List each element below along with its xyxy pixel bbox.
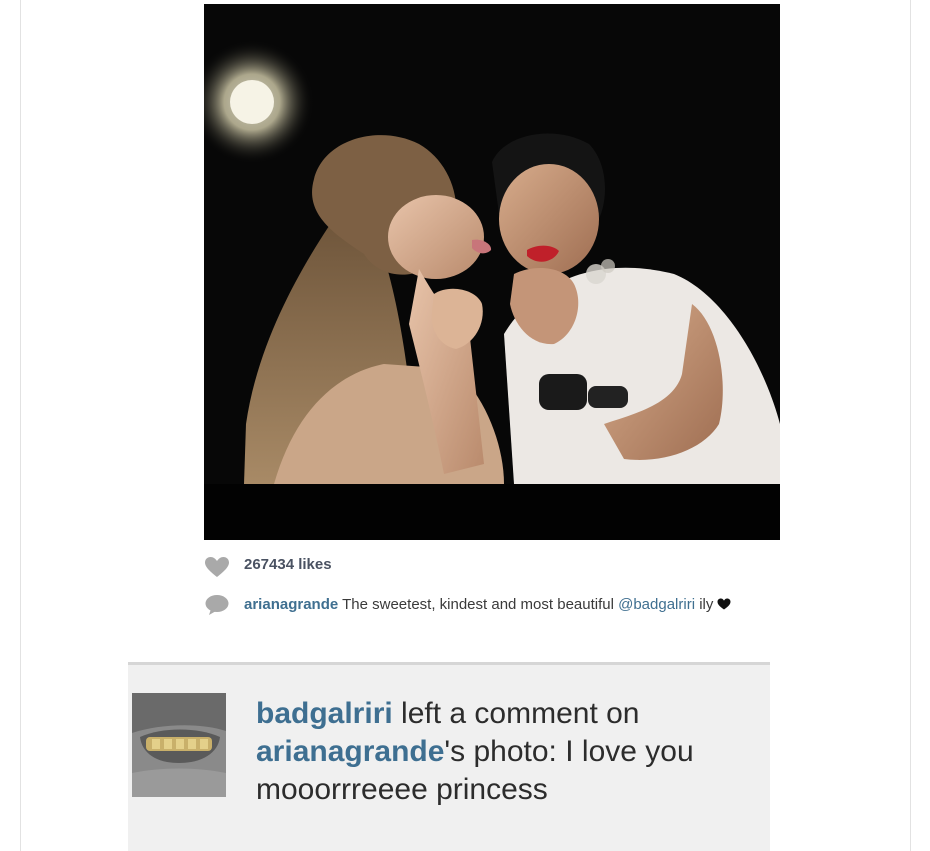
notification-photo-owner[interactable]: arianagrande — [256, 735, 444, 768]
comment-notification[interactable]: badgalriri left a comment on arianagrand… — [128, 662, 770, 851]
caption-body: The sweetest, kindest and most beautiful — [338, 596, 619, 613]
black-heart-icon — [717, 598, 731, 610]
comment-bubble-icon[interactable] — [204, 594, 230, 616]
post-photo[interactable] — [204, 4, 780, 540]
notification-action: left a comment on — [392, 697, 640, 730]
post-photo-illustration — [204, 4, 780, 540]
right-border — [910, 0, 911, 851]
likes-count[interactable]: 267434 likes — [244, 555, 332, 575]
caption-username[interactable]: arianagrande — [244, 596, 338, 613]
likes-row: 267434 likes — [204, 555, 332, 578]
notification-photo-suffix: 's photo: — [444, 735, 566, 768]
heart-icon[interactable] — [204, 556, 230, 578]
caption-suffix: ily — [695, 596, 714, 613]
caption-mention[interactable]: @badgalriri — [618, 596, 695, 613]
notification-text: badgalriri left a comment on arianagrand… — [256, 695, 761, 809]
avatar-image — [132, 693, 226, 797]
screenshot-frame: 267434 likes arianagrande The sweetest, … — [0, 0, 930, 851]
post-caption: arianagrande The sweetest, kindest and m… — [244, 593, 764, 616]
caption-row: arianagrande The sweetest, kindest and m… — [204, 593, 764, 616]
avatar[interactable] — [132, 693, 226, 797]
left-border — [20, 0, 21, 851]
notification-username[interactable]: badgalriri — [256, 697, 393, 730]
